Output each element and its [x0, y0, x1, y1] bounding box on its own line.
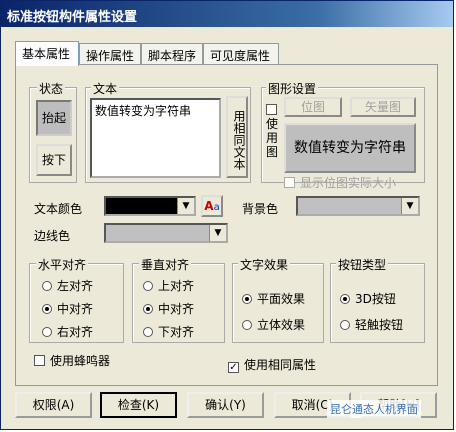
h-align-right-label: 右对齐	[57, 325, 94, 339]
effect-3d-label: 立体效果	[257, 318, 306, 332]
text-effect-label: 文字效果	[238, 256, 291, 273]
bg-color-swatch	[298, 198, 402, 214]
ok-button[interactable]: 确认(Y)	[187, 392, 264, 418]
text-color-label: 文本颜色	[34, 202, 83, 216]
tab-script[interactable]: 脚本程序	[141, 43, 203, 65]
h-align-center-label: 中对齐	[57, 302, 94, 316]
h-align-right-radio[interactable]: 右对齐	[42, 323, 93, 340]
effect-flat-radio[interactable]: 平面效果	[242, 290, 305, 307]
state-down-button[interactable]: 按下	[36, 144, 72, 176]
same-text-button[interactable]: 用相同文本	[226, 96, 248, 178]
v-align-top-label: 上对齐	[158, 279, 195, 293]
text-color-select[interactable]: ▼	[104, 196, 196, 216]
title-bar: 标准按钮构件属性设置	[1, 1, 453, 27]
type-touch-radio[interactable]: 轻触按钮	[340, 316, 403, 333]
v-align-middle-radio[interactable]: 中对齐	[143, 300, 194, 317]
v-align-bottom-radio[interactable]: 下对齐	[143, 323, 194, 340]
radio-dot[interactable]	[143, 281, 153, 291]
bg-color-select[interactable]: ▼	[296, 196, 420, 216]
type-touch-label: 轻触按钮	[355, 318, 404, 332]
v-align-label: 垂直对齐	[139, 256, 192, 273]
state-up-button[interactable]: 抬起	[36, 100, 72, 136]
show-actual-size-checkbox[interactable]: 显示位图实际大小	[284, 174, 396, 191]
tab-visibility-properties[interactable]: 可见度属性	[203, 43, 279, 65]
radio-dot[interactable]	[143, 304, 153, 314]
h-align-center-radio[interactable]: 中对齐	[42, 300, 93, 317]
chevron-down-icon[interactable]: ▼	[401, 198, 418, 214]
use-buzzer-checkbox[interactable]: 使用蜂鸣器	[34, 352, 110, 369]
check-button[interactable]: 检查(K)	[100, 392, 177, 418]
dialog-window: 标准按钮构件属性设置 基本属性 操作属性 脚本程序 可见度属性 状态 抬起 按下…	[0, 0, 454, 430]
border-color-label: 边线色	[34, 229, 71, 243]
checkbox-box[interactable]	[34, 355, 45, 366]
radio-dot[interactable]	[42, 327, 52, 337]
basic-properties-panel: 状态 抬起 按下 文本 数值转变为字符串 用相同文本 图形设置 使用图 位图 矢…	[15, 64, 438, 386]
radio-dot[interactable]	[42, 304, 52, 314]
font-icon[interactable]: Aa	[201, 195, 223, 217]
bg-color-label: 背景色	[242, 202, 279, 216]
vector-button[interactable]: 矢量图	[350, 97, 416, 117]
bitmap-button[interactable]: 位图	[284, 97, 342, 117]
type-3d-radio[interactable]: 3D按钮	[340, 290, 396, 307]
button-preview: 数值转变为字符串	[284, 123, 416, 173]
radio-dot[interactable]	[340, 294, 350, 304]
radio-dot[interactable]	[242, 294, 252, 304]
h-align-left-label: 左对齐	[57, 279, 94, 293]
state-group-label: 状态	[37, 80, 66, 97]
text-group-label: 文本	[91, 80, 120, 97]
radio-dot[interactable]	[340, 320, 350, 330]
text-color-swatch	[106, 198, 178, 214]
radio-dot[interactable]	[42, 281, 52, 291]
radio-dot[interactable]	[242, 320, 252, 330]
chevron-down-icon[interactable]: ▼	[177, 198, 194, 214]
use-graphic-checkbox-box[interactable]	[266, 104, 277, 115]
effect-3d-radio[interactable]: 立体效果	[242, 316, 305, 333]
border-color-swatch	[106, 225, 210, 241]
show-actual-size-label: 显示位图实际大小	[300, 176, 397, 190]
effect-flat-label: 平面效果	[257, 292, 306, 306]
radio-dot[interactable]	[143, 327, 153, 337]
h-align-label: 水平对齐	[36, 256, 89, 273]
use-graphic-checkbox[interactable]	[266, 103, 282, 117]
show-actual-size-checkbox-box[interactable]	[284, 177, 295, 188]
checkbox-box[interactable]: ✓	[228, 362, 239, 373]
button-text-input[interactable]: 数值转变为字符串	[90, 98, 221, 178]
window-title: 标准按钮构件属性设置	[7, 10, 138, 25]
v-align-bottom-label: 下对齐	[158, 325, 195, 339]
tab-operation-properties[interactable]: 操作属性	[79, 43, 141, 65]
v-align-top-radio[interactable]: 上对齐	[143, 277, 194, 294]
v-align-middle-label: 中对齐	[158, 302, 195, 316]
graphic-group-label: 图形设置	[266, 80, 319, 97]
use-buzzer-label: 使用蜂鸣器	[50, 354, 111, 368]
h-align-left-radio[interactable]: 左对齐	[42, 277, 93, 294]
button-type-label: 按钮类型	[336, 256, 389, 273]
type-3d-label: 3D按钮	[355, 292, 396, 306]
use-same-props-label: 使用相同属性	[244, 358, 317, 372]
watermark-text: 昆仑通态人机界面	[327, 400, 421, 418]
border-color-select[interactable]: ▼	[104, 223, 228, 243]
chevron-down-icon[interactable]: ▼	[209, 225, 226, 241]
permission-button[interactable]: 权限(A)	[15, 392, 92, 418]
use-graphic-label: 使用图	[266, 117, 279, 159]
tab-basic-properties[interactable]: 基本属性	[15, 41, 79, 66]
use-same-props-checkbox[interactable]: ✓ 使用相同属性	[228, 356, 316, 373]
